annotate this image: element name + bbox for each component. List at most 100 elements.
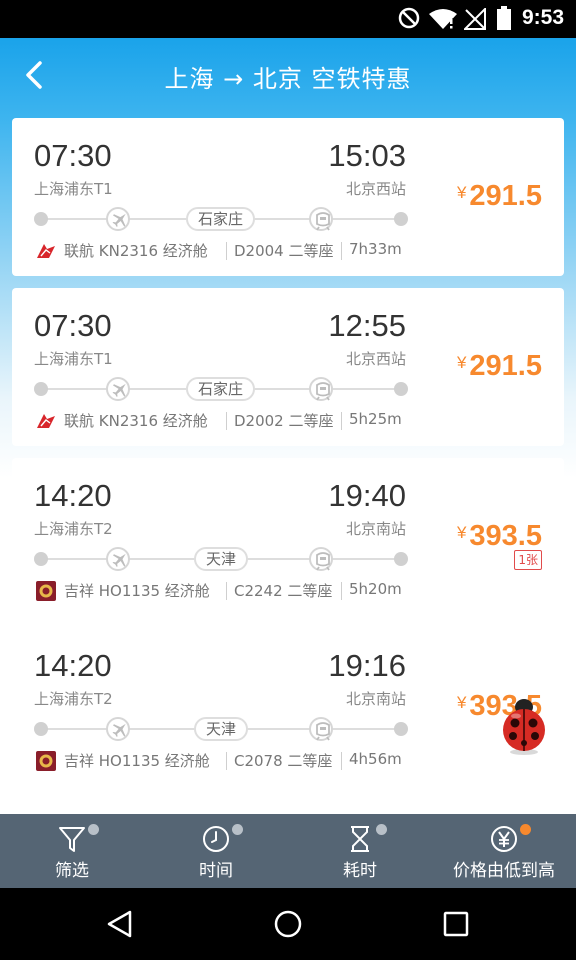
nav-back-icon[interactable] [104,908,136,940]
train-icon [309,377,333,401]
route-start-dot [34,722,48,736]
ticket-card[interactable]: 07:30 15:03 上海浦东T1 北京西站 石家庄 联航 KN2316 经济舱 D200… [12,118,564,276]
divider [341,412,342,430]
currency-symbol: ¥ [456,183,467,202]
route-end-dot [394,382,408,396]
hourglass-icon [351,826,369,852]
price: ¥291.5 [457,350,542,383]
tickets-left-badge: 1张 [514,550,542,570]
route-end-dot [394,722,408,736]
arrival-place: 北京西站 [345,180,406,198]
divider [226,752,227,770]
divider [226,582,227,600]
juneyao-airline-logo-icon [36,581,56,601]
route-line: 石家庄 [34,376,408,402]
transfer-stop: 石家庄 [186,377,256,401]
price-value: 393.5 [469,520,542,552]
duration: 5h25m [349,410,402,428]
tab-label: 时间 [199,861,233,881]
transfer-stop: 天津 [194,547,249,571]
departure-time: 07:30 [34,308,112,343]
tab-label: 耗时 [343,861,377,881]
battery-icon [497,6,511,30]
ticket-card[interactable]: 14:20 19:16 上海浦东T2 北京南站天津吉祥 HO1135 经济舱 C2078… [12,628,564,786]
departure-time: 14:20 [34,478,112,513]
departure-place: 上海浦东T2 [34,690,113,708]
chinaunited-airline-logo-icon [36,241,56,261]
tab-indicator-dot-active [520,824,531,835]
tab-indicator-dot [88,824,99,835]
nav-recents-icon[interactable] [440,908,472,940]
divider [341,582,342,600]
transfer-stop: 石家庄 [186,207,256,231]
arrival-place: 北京南站 [345,520,406,538]
arrival-time: 19:16 [328,648,406,683]
bottom-tab-bar: 筛选 时间 耗时 价格由低到高 [0,814,576,888]
juneyao-airline-logo-icon [36,751,56,771]
price: ¥393.5 [457,520,542,553]
flight-info: 吉祥 HO1135 经济舱 [64,752,210,770]
tab-label: 价格由低到高 [453,861,555,881]
plane-icon [106,377,130,401]
chinaunited-airline-logo-icon [36,411,56,431]
flight-info: 吉祥 HO1135 经济舱 [64,582,210,600]
duration: 4h56m [349,750,402,768]
arrival-place: 北京西站 [345,350,406,368]
departure-place: 上海浦东T1 [34,350,113,368]
nav-home-icon[interactable] [272,908,304,940]
system-nav-bar [0,888,576,960]
no-signal-icon [464,8,486,30]
route-end-dot [394,212,408,226]
route-line: 天津 [34,716,408,742]
route-line: 天津 [34,546,408,572]
divider [226,412,227,430]
tab-indicator-dot [376,824,387,835]
price-value: 291.5 [469,350,542,382]
currency-symbol: ¥ [456,523,467,542]
route-start-dot [34,382,48,396]
route-end-dot [394,552,408,566]
train-info: C2078 二等座 [234,752,333,770]
divider [226,242,227,260]
departure-place: 上海浦东T1 [34,180,113,198]
divider [341,752,342,770]
train-icon [309,547,333,571]
tab-indicator-dot [232,824,243,835]
plane-icon [106,547,130,571]
tab-duration[interactable]: 耗时 [288,814,432,888]
price-value: 291.5 [469,180,542,212]
departure-time: 14:20 [34,648,112,683]
train-info: D2004 二等座 [234,242,334,260]
arrival-place: 北京南站 [345,690,406,708]
tab-label: 筛选 [55,861,89,881]
page-title: 上海 → 北京 空铁特惠 [164,65,412,93]
plane-icon [106,717,130,741]
route-line: 石家庄 [34,206,408,232]
transfer-stop: 天津 [194,717,249,741]
ticket-card[interactable]: 07:30 12:55 上海浦东T1 北京西站 石家庄 联航 KN2316 经济舱 D200… [12,288,564,446]
tab-filter[interactable]: 筛选 [0,814,144,888]
duration: 5h20m [349,580,402,598]
currency-symbol: ¥ [456,693,467,712]
ladybug-float-icon[interactable] [501,697,547,755]
train-icon [309,717,333,741]
route-start-dot [34,212,48,226]
flight-info: 联航 KN2316 经济舱 [64,242,208,260]
arrival-time: 15:03 [328,138,406,173]
departure-place: 上海浦东T2 [34,520,113,538]
clock-icon [203,826,229,852]
price: ¥291.5 [457,180,542,213]
train-info: C2242 二等座 [234,582,333,600]
status-bar: 9:53 [0,0,576,38]
tab-time[interactable]: 时间 [144,814,288,888]
yen-icon [491,826,517,852]
arrival-time: 19:40 [328,478,406,513]
duration: 7h33m [349,240,402,258]
tab-price-sort[interactable]: 价格由低到高 [432,814,576,888]
route-start-dot [34,552,48,566]
plane-icon [106,207,130,231]
train-icon [309,207,333,231]
do-not-disturb-icon [398,7,420,29]
ticket-card[interactable]: 14:20 19:40 上海浦东T2 北京南站天津吉祥 HO1135 经济舱 C2242… [12,458,564,616]
divider [341,242,342,260]
